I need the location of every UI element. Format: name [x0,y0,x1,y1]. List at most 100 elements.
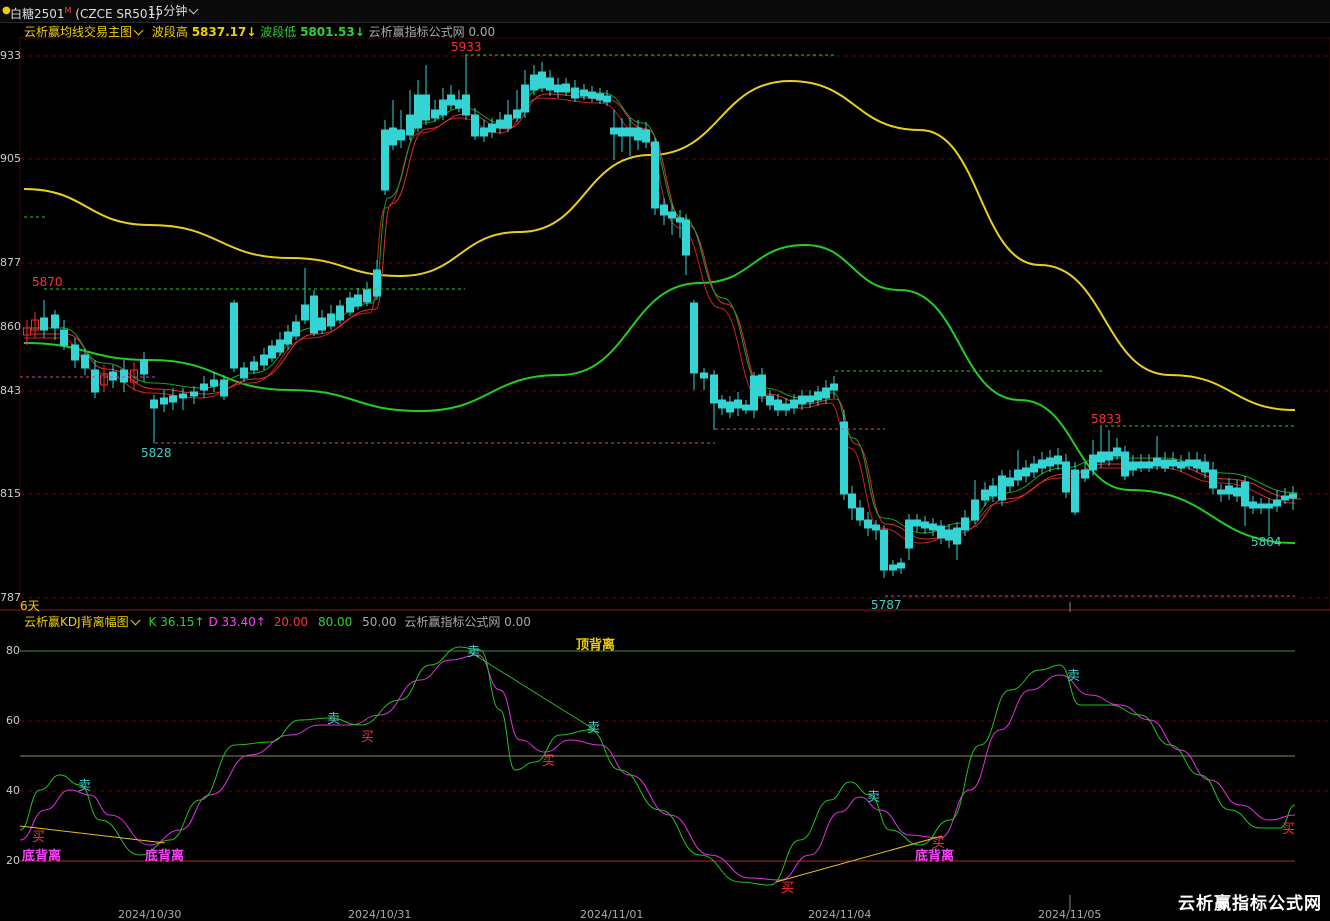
candle-body [1097,451,1105,463]
candle-body [554,84,562,93]
date-label: 2024/10/30 [118,908,182,921]
candle-body [596,93,604,101]
candle-body [301,304,309,321]
candle-body [276,339,284,353]
ma-red-line [30,93,1302,540]
candle-body [766,395,774,406]
kdj-grid [20,650,1330,910]
candle-body [1201,461,1209,473]
candle-body [389,127,397,146]
candle-body [750,375,758,411]
candle-body [373,269,381,297]
main-grid [19,38,1330,612]
kdj-tick-60: 60 [6,714,20,727]
buy-marker: 买 [932,836,946,851]
candle-body [160,397,168,405]
kdj-lines [19,646,1296,886]
candle-body [921,521,929,529]
candle-body [455,99,463,109]
candle-body [354,294,362,307]
date-label: 2024/11/04 [808,908,872,921]
candle-body [830,383,838,391]
candle-body [1161,459,1169,469]
main-panel-frame [19,37,1330,611]
candle-body [1054,455,1062,465]
sell-marker: 卖 [467,645,481,660]
candle-body [758,374,766,397]
ma-yellow-line [23,79,1296,411]
candle-body [953,527,961,545]
candle-body [1273,499,1281,507]
candle-body [210,379,218,387]
candle-body [1071,469,1079,513]
kdj-k-line [19,646,1296,886]
candle-body [822,387,830,399]
candle-body [1062,461,1070,493]
low-label-5828: 5828 [141,446,172,460]
candle-body [806,395,814,403]
bottom-divergence-label-2: 底背离 [145,849,185,864]
candle-body [798,395,806,405]
candle-body [422,94,430,121]
candle-body [546,77,554,91]
candle-body [603,95,611,103]
candle-body [538,71,546,89]
candle-body [1289,493,1297,499]
candle-body [1089,454,1097,471]
candle-body [642,129,650,143]
candlesticks [23,55,1297,578]
candle-body [668,211,676,219]
ma-green-line [23,243,1296,544]
candle-body [480,127,488,137]
peak-label-5870: 5870 [32,275,63,289]
candle-body [220,379,228,397]
candle-body [1217,489,1225,495]
candle-body [742,404,750,411]
candle-body [1177,461,1185,469]
candle-body [1006,477,1014,487]
candle-body [1209,469,1217,489]
candle-body [310,295,318,334]
candle-body [150,399,158,409]
y-tick-877: 877 [0,256,21,269]
candle-body [268,345,276,359]
candle-body [496,119,504,129]
candle-body [292,321,300,337]
candle-body [397,129,405,141]
candle-body [588,91,596,99]
candle-body [814,391,822,401]
candle-body [488,123,496,133]
price-chart-canvas[interactable] [0,0,1330,916]
candle-body [1257,503,1265,509]
buy-marker: 买 [781,881,795,896]
low-label-5804: 5804 [1251,535,1282,549]
candle-body [660,204,668,216]
candle-body [521,84,529,113]
date-label: 2024/11/01 [580,908,644,921]
low-label-5787: 5787 [871,598,902,612]
candle-body [381,129,389,191]
candle-body [190,391,198,397]
candle-body [1185,459,1193,467]
candle-body [840,421,848,495]
watermark-logo: 云析赢指标公式网 [1178,894,1322,914]
candle-body [690,302,698,374]
candle-body [363,289,371,303]
candle-body [1105,451,1113,461]
candle-body [1137,461,1145,469]
candle-body [200,383,208,391]
candle-body [989,485,997,497]
candle-body [626,127,634,137]
candle-body [431,109,439,119]
candle-body [240,367,248,379]
candle-body [905,519,913,549]
buy-marker: 买 [32,830,46,845]
top-divergence-label: 顶背离 [576,638,616,653]
candle-body [872,524,880,531]
candle-body [336,305,344,321]
candle-body [406,114,414,136]
candle-body [1225,485,1233,495]
candle-body [530,74,538,91]
sell-marker: 卖 [1067,669,1081,684]
peak-label-5933: 5933 [451,40,482,54]
